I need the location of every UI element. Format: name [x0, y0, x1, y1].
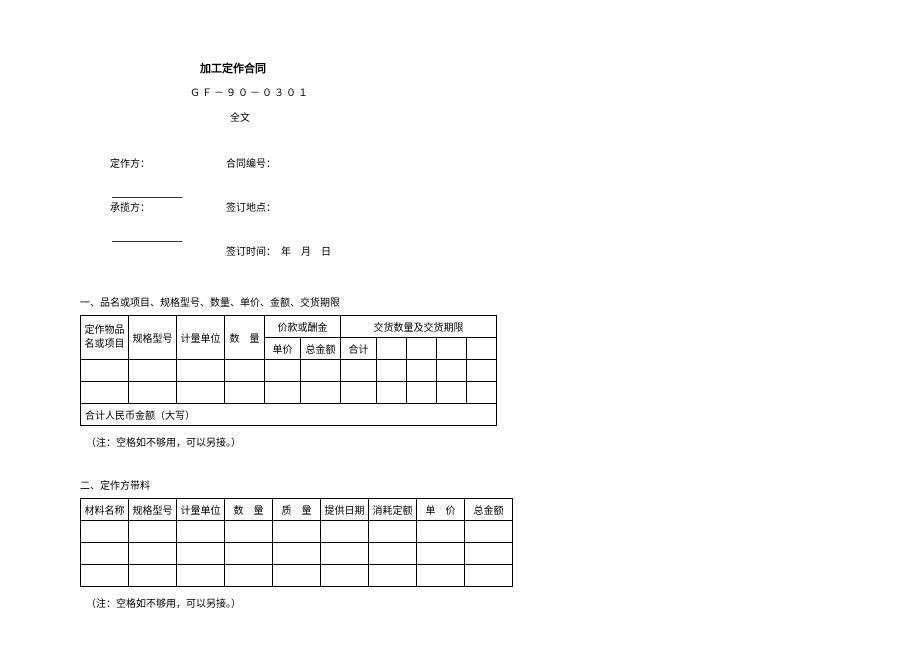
place-label: 签订地点： [226, 198, 276, 242]
t1-col6: 总金额 [301, 338, 341, 360]
table-row: 合计人民币金额（大写） [81, 404, 497, 426]
table-row [81, 360, 497, 382]
t1-col3: 计量单位 [177, 316, 225, 360]
fulltext-label: 全文 [230, 109, 840, 124]
contractor-label: 承揽方： [110, 203, 150, 214]
document-title: 加工定作合同 [200, 60, 840, 76]
t2-col9: 总金额 [465, 499, 513, 521]
t2-col4: 数 量 [225, 499, 273, 521]
orderer-label: 定作方： [110, 159, 150, 170]
table-row [81, 521, 513, 543]
t1-col1: 定作物品名或项目 [81, 316, 129, 360]
section1-note: （注：空格如不够用，可以另接。） [86, 434, 840, 449]
t1-del1 [377, 338, 407, 360]
section2-title: 二、定作方带料 [80, 477, 840, 492]
table-1: 定作物品名或项目 规格型号 计量单位 数 量 价款或酬金 交货数量及交货期限 单… [80, 315, 497, 426]
table-row [81, 382, 497, 404]
table-row [81, 565, 513, 587]
t2-col6: 提供日期 [321, 499, 369, 521]
time-label: 签订时间： [226, 247, 271, 258]
t1-col7: 合计 [341, 338, 377, 360]
t1-group2: 交货数量及交货期限 [341, 316, 497, 338]
parties-block: 定作方： 合同编号： 承揽方： 签订地点： 签订时间： 年 月 日 [110, 154, 840, 264]
t1-sum-row: 合计人民币金额（大写） [81, 404, 497, 426]
t1-group1: 价款或酬金 [265, 316, 341, 338]
t2-col1: 材料名称 [81, 499, 129, 521]
section1-title: 一、品名或项目、规格型号、数量、单价、金额、交货期限 [80, 294, 840, 309]
t2-col3: 计量单位 [177, 499, 225, 521]
time-value: 年 月 日 [281, 247, 331, 258]
table-row [81, 543, 513, 565]
t2-col2: 规格型号 [129, 499, 177, 521]
document-code: ＧＦ－９０－０３０１ [190, 84, 840, 99]
t2-col8: 单 价 [417, 499, 465, 521]
t1-col5: 单价 [265, 338, 301, 360]
t1-del3 [437, 338, 467, 360]
t2-col5: 质 量 [273, 499, 321, 521]
t2-col7: 消耗定额 [369, 499, 417, 521]
table-2: 材料名称 规格型号 计量单位 数 量 质 量 提供日期 消耗定额 单 价 总金额 [80, 498, 513, 587]
contract-no-label: 合同编号： [226, 154, 276, 198]
section2-note: （注：空格如不够用，可以另接。） [86, 595, 840, 610]
t1-col2: 规格型号 [129, 316, 177, 360]
t1-col4: 数 量 [225, 316, 265, 360]
t1-del4 [467, 338, 497, 360]
t1-del2 [407, 338, 437, 360]
